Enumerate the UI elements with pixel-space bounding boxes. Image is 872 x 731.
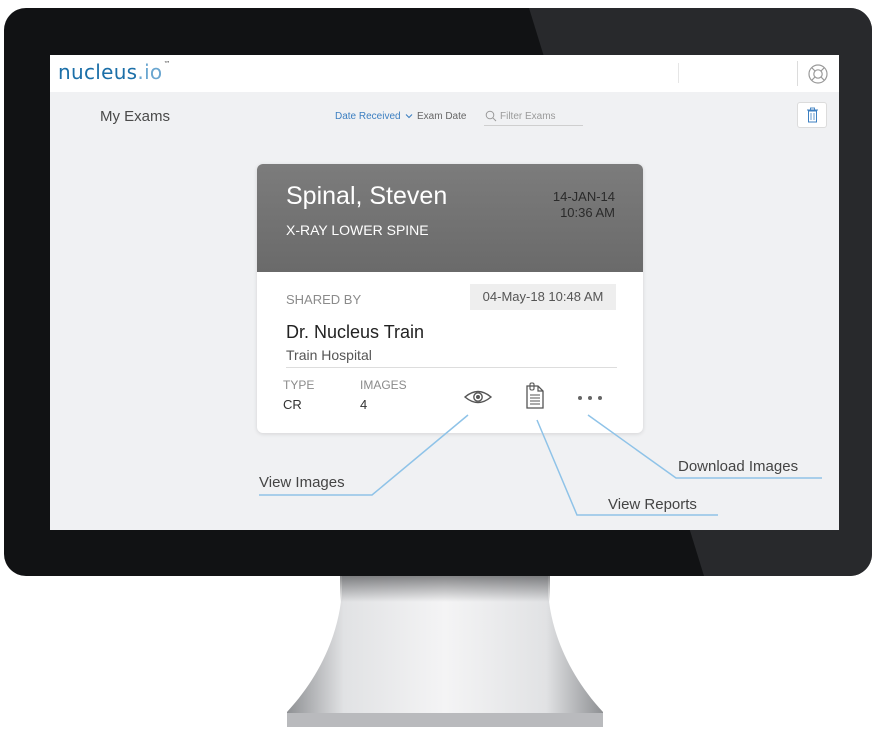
app-screen: nucleus.io™ My Exams Date Received Exam … bbox=[50, 55, 839, 530]
callout-view-reports: View Reports bbox=[608, 496, 697, 513]
callout-view-images: View Images bbox=[259, 474, 345, 491]
monitor-stand bbox=[280, 576, 610, 731]
callout-download-images: Download Images bbox=[678, 458, 799, 475]
